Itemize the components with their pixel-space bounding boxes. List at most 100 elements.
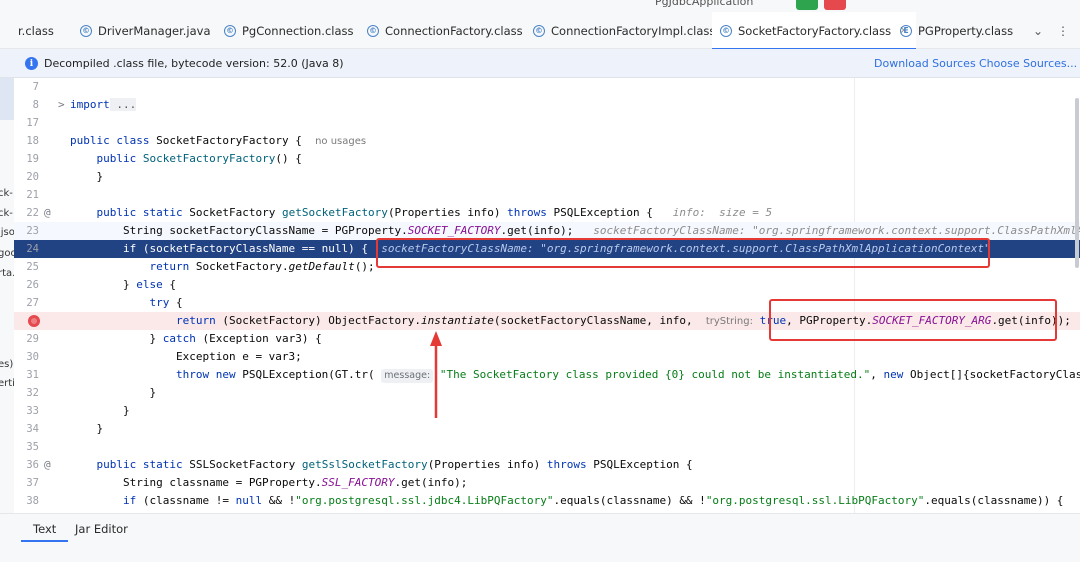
line-number: 31 [26,369,39,381]
tab-label: r.class [18,23,54,38]
tab-label: ConnectionFactory.class [385,23,523,38]
usages-hint: no usages [315,136,367,147]
code-text: } [96,170,104,183]
line-number: 29 [26,333,39,345]
code-line: 37 String classname = PGProperty.SSL_FAC… [14,474,1080,492]
code-text: } else { [122,278,176,291]
class-icon: © [720,24,732,37]
debug-inline-value: info: size = 5 [672,206,773,219]
tab-r-class[interactable]: r.class [18,12,54,49]
tab-jar-editor[interactable]: Jar Editor [75,522,128,536]
line-number: 22 [26,207,39,219]
code-line: 20 } [14,168,1080,186]
line-number: 24 [26,243,39,255]
code-line: 38 if (classname != null && !"org.postgr… [14,492,1080,510]
code-line: 7 [14,78,1080,96]
chevron-down-icon[interactable]: ⌄ [1033,24,1043,38]
line-number: 37 [26,477,39,489]
fold-expand-icon[interactable]: > [58,96,65,114]
line-number: 18 [26,135,39,147]
stop-icon[interactable] [824,0,846,10]
tree-item-fragment[interactable]: ijso [0,227,14,238]
banner-message: Decompiled .class file, bytecode version… [44,57,344,70]
code-line: 26 } else { [14,276,1080,294]
code-text: } catch (Exception var3) { [149,332,322,345]
run-configuration-selector[interactable]: PgJdbcApplication [655,0,753,8]
override-marker-icon[interactable]: @ [44,456,51,474]
code-line: 30 Exception e = var3; [14,348,1080,366]
code-text: import ... [70,98,137,111]
parameter-hint: tryString: [705,316,753,327]
project-panel-edge: ck- ck- ijso goo rta. es) erti [0,78,14,513]
breakpoint-icon[interactable] [28,315,40,327]
parameter-hint: message: [381,369,434,383]
code-line: 8 > import ... [14,96,1080,114]
code-line: 32 } [14,384,1080,402]
code-text: public static SSLSocketFactory getSslSoc… [96,458,693,471]
tree-item-fragment[interactable]: rta. [0,268,14,279]
tree-item-fragment[interactable]: ck- [0,188,13,199]
tree-item-fragment[interactable]: erti [0,378,14,389]
line-number: 19 [26,153,39,165]
line-number: 27 [26,297,39,309]
code-text: String classname = PGProperty.SSL_FACTOR… [122,476,468,489]
tab-connection-factory-impl[interactable]: © ConnectionFactoryImpl.class [533,12,715,49]
code-editor[interactable]: 7 8 > import ... 17 18 public class Sock… [14,78,1080,513]
tab-label: SocketFactoryFactory.class [738,23,892,38]
more-vertical-icon[interactable]: ⋮ [1057,24,1069,38]
line-number: 35 [26,441,39,453]
line-number: 17 [26,117,39,129]
line-number: 34 [26,423,39,435]
tab-socket-factory-factory[interactable]: © SocketFactoryFactory.class ✕ [712,12,917,50]
tab-pg-property[interactable]: E PGProperty.class [900,12,1013,49]
code-text: public static SocketFactory getSocketFac… [96,206,773,219]
class-icon: © [224,24,236,37]
tree-item-fragment[interactable]: goo [0,248,14,259]
code-text: return SocketFactory.getDefault(); [149,260,375,273]
tab-text[interactable]: Text [20,522,69,542]
code-text: } [122,404,130,417]
code-line: 21 [14,186,1080,204]
debug-inline-value: socketFactoryClassName: "org.springframe… [593,224,1080,237]
tab-pg-connection[interactable]: © PgConnection.class [224,12,354,49]
choose-sources-link[interactable]: Choose Sources... [979,57,1077,70]
class-icon: © [533,24,545,37]
tree-item-fragment[interactable]: ck- [0,208,13,219]
code-line: 36 @ public static SSLSocketFactory getS… [14,456,1080,474]
line-number: 20 [26,171,39,183]
enum-icon: E [900,24,912,37]
code-text: Exception e = var3; [175,350,302,363]
line-number: 32 [26,387,39,399]
line-number: 30 [26,351,39,363]
main-toolbar: PgJdbcApplication [0,0,1080,12]
download-sources-link[interactable]: Download Sources [874,57,976,70]
tab-label: PGProperty.class [918,23,1014,38]
code-text: public class SocketFactoryFactory { no u… [70,134,367,147]
tab-label: PgConnection.class [242,23,354,38]
code-line: 35 [14,438,1080,456]
code-text: } [149,386,157,399]
selected-tree-row [0,78,14,120]
annotation-box-class-name [376,238,990,268]
debug-icon[interactable] [796,0,818,10]
vertical-scrollbar[interactable] [1074,78,1080,513]
editor-bottom-tabs: Text Jar Editor [0,513,1080,562]
line-number: 8 [32,99,39,111]
tab-driver-manager[interactable]: © DriverManager.java [80,12,211,49]
code-text: } [96,422,104,435]
line-number: 21 [26,189,39,201]
tab-connection-factory[interactable]: © ConnectionFactory.class [367,12,523,49]
line-number: 7 [32,81,39,93]
code-text: throw new PSQLException(GT.tr( message: … [175,368,1080,383]
code-text: if (classname != null && !"org.postgresq… [122,494,1064,507]
code-line: 33 } [14,402,1080,420]
decompiled-notification: i Decompiled .class file, bytecode versi… [0,49,1080,78]
code-text: public SocketFactoryFactory() { [96,152,302,165]
code-text: try { [149,296,183,309]
tree-item-fragment[interactable]: es) [0,359,13,370]
code-line: 31 throw new PSQLException(GT.tr( messag… [14,366,1080,384]
override-marker-icon[interactable]: @ [44,204,51,222]
scrollbar-thumb[interactable] [1075,98,1079,268]
tab-label: ConnectionFactoryImpl.class [551,23,716,38]
code-line: 17 [14,114,1080,132]
